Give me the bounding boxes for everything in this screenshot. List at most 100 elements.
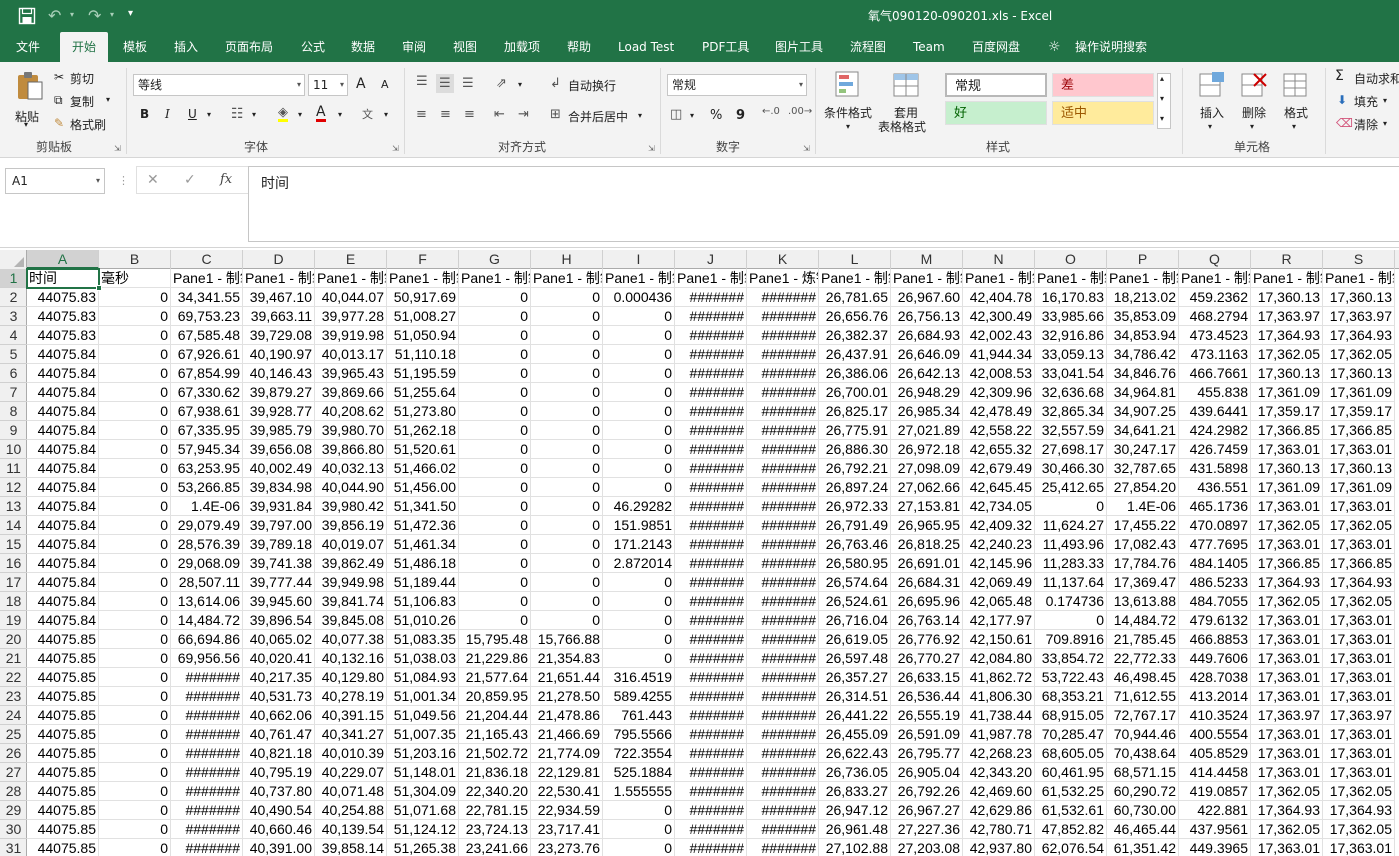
table-cell[interactable]: 44075.85 [27,668,99,687]
table-cell[interactable]: 53,266.85 [171,478,243,497]
table-cell[interactable]: 0 [99,345,171,364]
column-header-q[interactable]: Q [1179,250,1251,269]
tab-template[interactable]: 模板 [123,32,147,62]
table-cell[interactable]: 44075.84 [27,364,99,383]
table-cell[interactable]: 27,698.17 [1035,440,1107,459]
table-cell[interactable]: 0 [99,820,171,839]
table-cell[interactable]: 0 [603,364,675,383]
fill-button[interactable]: 填充 [1354,93,1378,110]
table-cell[interactable]: 40,662.06 [243,706,315,725]
table-cell[interactable]: ####### [675,801,747,820]
table-cell[interactable]: 0 [603,649,675,668]
undo-dropdown-icon[interactable]: ▾ [70,10,74,19]
cancel-icon[interactable]: ✕ [147,172,159,188]
table-cell[interactable]: 51,341.50 [387,497,459,516]
copy-button[interactable]: 复制 [70,93,94,110]
table-cell[interactable]: 44075.84 [27,611,99,630]
table-cell[interactable]: 17,363.01 [1323,630,1395,649]
table-cell[interactable]: ####### [747,402,819,421]
table-cell[interactable]: 44075.85 [27,706,99,725]
table-cell[interactable]: ####### [675,402,747,421]
table-cell[interactable]: 51,010.26 [387,611,459,630]
delete-cells-button[interactable]: 删除 ▾ [1236,68,1272,134]
table-cell[interactable]: 15,766.88 [531,630,603,649]
table-cell[interactable]: 60,730.00 [1107,801,1179,820]
table-cell[interactable]: 39,980.42 [315,497,387,516]
table-cell[interactable]: ####### [675,839,747,856]
row-header[interactable]: 20 [0,630,27,649]
table-cell[interactable]: 51,520.61 [387,440,459,459]
bold-button[interactable]: B [140,107,149,121]
table-cell[interactable]: 26,574.64 [819,573,891,592]
table-cell[interactable]: 0 [603,345,675,364]
table-cell[interactable]: 42,937.80 [963,839,1035,856]
table-cell[interactable]: 40,490.54 [243,801,315,820]
table-cell[interactable]: 39,834.98 [243,478,315,497]
table-cell[interactable]: 466.8853 [1179,630,1251,649]
table-cell[interactable]: 39,656.08 [243,440,315,459]
header-cell[interactable]: Pane1 - 制氧 [1035,269,1107,288]
table-cell[interactable]: ####### [747,687,819,706]
table-cell[interactable]: 42,002.43 [963,326,1035,345]
font-color-dropdown-icon[interactable]: ▾ [338,110,342,119]
header-cell[interactable]: Pane1 - 制氧 [675,269,747,288]
borders-dropdown-icon[interactable]: ▾ [252,110,256,119]
table-cell[interactable]: ####### [747,801,819,820]
table-cell[interactable]: 17,364.93 [1251,801,1323,820]
header-cell[interactable]: Pane1 - 制氧 [1107,269,1179,288]
borders-icon[interactable]: ☷ [231,106,244,122]
table-cell[interactable]: 17,366.85 [1251,421,1323,440]
paste-dropdown-icon[interactable]: ▾ [24,120,28,129]
table-cell[interactable]: 0 [459,478,531,497]
underline-dropdown-icon[interactable]: ▾ [207,110,211,119]
table-cell[interactable]: 34,786.42 [1107,345,1179,364]
table-cell[interactable]: 42,069.49 [963,573,1035,592]
table-cell[interactable]: 40,660.46 [243,820,315,839]
table-cell[interactable]: 0 [531,307,603,326]
table-cell[interactable]: 17,360.13 [1323,459,1395,478]
table-cell[interactable]: 35,853.09 [1107,307,1179,326]
table-cell[interactable]: ####### [675,535,747,554]
table-cell[interactable]: 41,944.34 [963,345,1035,364]
table-cell[interactable]: 23,273.76 [531,839,603,856]
clear-button[interactable]: 清除 [1354,116,1378,133]
table-cell[interactable]: ####### [747,706,819,725]
table-cell[interactable]: ####### [171,725,243,744]
spreadsheet-grid[interactable]: ABCDEFGHIJKLMNOPQRS 1 2 3 4 5 6 7 8 9 10 11 12 13 14 1… [0,250,1399,856]
table-cell[interactable]: 17,362.05 [1251,516,1323,535]
table-cell[interactable]: 44075.84 [27,592,99,611]
table-cell[interactable]: ####### [171,668,243,687]
table-cell[interactable]: 40,391.00 [243,839,315,856]
table-cell[interactable]: 34,964.81 [1107,383,1179,402]
table-cell[interactable]: 51,486.18 [387,554,459,573]
table-cell[interactable]: ####### [747,440,819,459]
table-cell[interactable]: 27,854.20 [1107,478,1179,497]
table-cell[interactable]: ####### [747,725,819,744]
table-cell[interactable]: 26,965.95 [891,516,963,535]
table-cell[interactable]: 428.7038 [1179,668,1251,687]
table-cell[interactable]: 0 [459,573,531,592]
table-cell[interactable]: 22,530.41 [531,782,603,801]
table-cell[interactable]: 26,622.43 [819,744,891,763]
table-cell[interactable]: 28,507.11 [171,573,243,592]
table-cell[interactable]: 17,366.85 [1251,554,1323,573]
table-cell[interactable]: 67,854.99 [171,364,243,383]
table-cell[interactable]: 26,386.06 [819,364,891,383]
table-cell[interactable]: 0 [459,497,531,516]
table-cell[interactable]: 0 [531,345,603,364]
table-cell[interactable]: 17,366.85 [1323,421,1395,440]
table-cell[interactable]: 17,362.05 [1323,345,1395,364]
table-cell[interactable]: 44075.84 [27,478,99,497]
table-cell[interactable]: 400.5554 [1179,725,1251,744]
table-cell[interactable]: 26,825.17 [819,402,891,421]
increase-indent-icon[interactable]: ⇥ [518,107,529,122]
table-cell[interactable]: 40,278.19 [315,687,387,706]
table-cell[interactable]: 51,084.93 [387,668,459,687]
table-cell[interactable]: 0 [99,573,171,592]
table-cell[interactable]: 21,354.83 [531,649,603,668]
table-cell[interactable]: 44075.83 [27,288,99,307]
table-cell[interactable]: 39,949.98 [315,573,387,592]
table-cell[interactable]: 477.7695 [1179,535,1251,554]
column-header-o[interactable]: O [1035,250,1107,269]
table-cell[interactable]: 51,472.36 [387,516,459,535]
